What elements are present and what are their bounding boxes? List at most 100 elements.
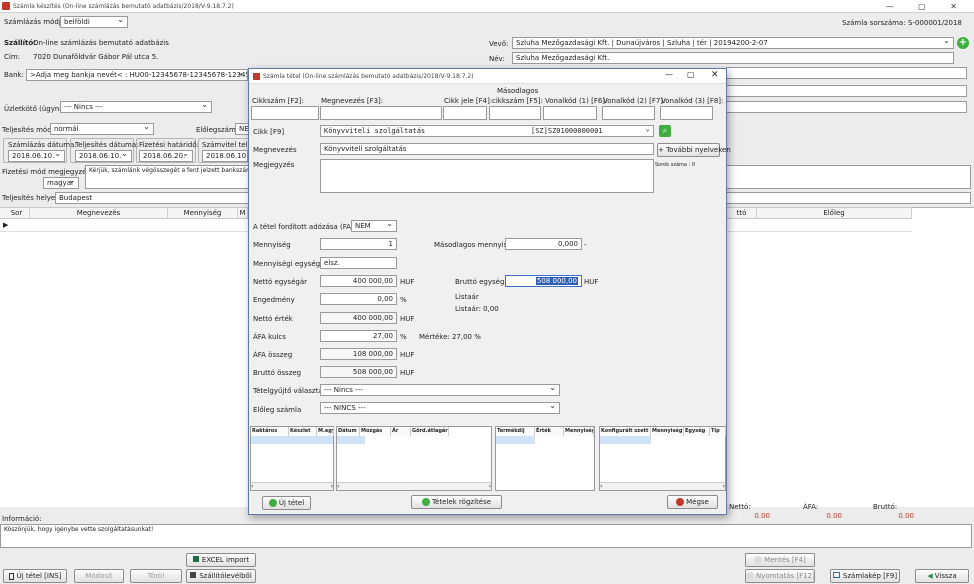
supplier-value: On-line számlázás bemutató adatbázis [33,39,169,47]
fee-row[interactable] [496,436,535,444]
search-name-input[interactable] [320,106,442,120]
mode-select[interactable]: belföldi [60,16,128,28]
fee-col: Termékdíj [496,427,535,436]
payment-note-right[interactable] [726,165,971,189]
bank-select[interactable]: >Adja meg bankja nevét< : HU00-12345678-… [26,69,248,81]
search-bar2-label: Vonalkód (2) [F7]: [603,97,666,105]
dialog-close-icon[interactable]: ✕ [711,70,719,80]
vat-rate-pct: % [400,333,407,341]
unit-field[interactable]: elsz. [320,257,397,269]
config-scrollbar[interactable]: ‹ › [600,482,725,490]
stock-scrollbar[interactable]: ‹ › [251,482,333,490]
sec-qty-field[interactable]: 0,000 [505,238,582,250]
vat-total-value: 0.00 [826,512,842,520]
back-button[interactable]: ◀ Vissza [915,569,969,583]
excel-icon [192,556,199,562]
window-controls[interactable]: — ▢ ✕ [886,0,968,13]
col-advance[interactable]: Előleg [757,208,912,219]
item-select[interactable]: Könyvviteli szolgáltatás [SZ]SZ010000000… [320,125,654,137]
perf-mode-select[interactable]: normál [50,123,154,135]
search-sec-code-input[interactable] [489,106,541,120]
vat-rate-field[interactable]: 27,00 [320,330,397,342]
buyer-select[interactable]: Szluha Mezőgazdasági Kft. | Dunaújváros … [512,37,954,49]
collector-select[interactable]: --- Nincs --- [320,384,560,396]
col-m[interactable]: M [238,208,248,219]
buyer-extra-field-3[interactable] [726,101,967,113]
list-price-value: Listaár: 0,00 [455,305,499,313]
search-bar3-input[interactable] [660,106,713,120]
col-qty[interactable]: Mennyiség [168,208,238,219]
config-table[interactable]: Konfigurált szett Mennyiség Egység Típ ‹… [599,426,726,491]
delivery-note-button[interactable]: Szállítólevélből [186,569,256,583]
mode-label: Számlázás módja: [4,18,68,26]
dialog-new-item-button[interactable]: Új tétel [262,496,311,510]
name-field[interactable]: Könyvviteli szolgáltatás [320,143,654,155]
col-name[interactable]: Megnevezés [30,208,168,219]
buyer-name-field[interactable]: Szluha Mezőgazdasági Kft. [512,52,954,64]
agent-select[interactable]: --- Nincs --- [60,101,212,113]
gross-sum-field: 508 000,00 [320,366,397,378]
stock-table[interactable]: Raktáros Készlet M.egy ‹ › [250,426,334,491]
stock-row[interactable] [251,436,333,444]
movement-scrollbar[interactable]: ‹ › [337,482,491,490]
dialog-title: Számla tétel (On-line számlázás bemutató… [263,73,474,80]
modify-button[interactable]: Módosít [74,569,124,583]
fee-table[interactable]: Termékdíj Érték Mennyiség [495,426,595,491]
discount-field[interactable]: 0,00 [320,293,397,305]
acc-date-field[interactable]: 2018.06.10 [202,150,248,162]
buyer-name-label: Név: [489,55,505,63]
config-row[interactable] [600,436,651,444]
search-bar2-input[interactable] [602,106,655,120]
buyer-extra-field-1[interactable] [726,67,967,79]
fee-col: Mennyiség [564,427,594,436]
payment-lang-select[interactable]: magyar [43,177,79,189]
app-icon [2,2,10,10]
cancel-icon [676,498,685,506]
dialog-save-items-button[interactable]: Tételek rögzítése [411,495,502,509]
dialog-minimize-icon[interactable]: — [665,70,673,79]
search-bar1-input[interactable] [543,106,597,120]
print-button[interactable]: Nyomtatás [F12] [745,569,815,583]
dialog-maximize-icon[interactable]: ▢ [687,70,695,79]
stock-col: Készlet [289,427,317,436]
sec-qty-label: Másodlagos mennyiség [434,241,517,249]
item-search-icon[interactable]: ⌕ [659,125,671,137]
movement-row[interactable] [337,436,365,444]
add-buyer-icon[interactable]: + [957,37,969,49]
search-mark-input[interactable] [443,106,487,120]
col-net[interactable]: ttó [727,208,757,219]
gross-price-field[interactable]: 508 000,00 [505,275,582,287]
dialog-cancel-button[interactable]: Mégse [667,495,718,509]
payment-note-field[interactable]: Kérjük, számlánk végösszegét a fent jelz… [85,165,249,189]
movement-table[interactable]: Dátum Mozgás Ár Görd.átlagár ‹ › [336,426,492,491]
note-field[interactable] [320,159,654,193]
excel-import-button[interactable]: EXCEL import [186,553,256,567]
serial-value: S-000001/2018 [908,19,962,27]
perf-date-field[interactable]: 2018.06.10. [75,150,132,162]
save-button[interactable]: Mentés [F4] [745,553,815,567]
new-item-button[interactable]: Új tétel [INS] [3,569,67,583]
advance-invoice-field[interactable]: NEM [235,123,249,135]
delete-button[interactable]: Töröl [130,569,182,583]
window-title: Számla készítés (On-line számlázás bemut… [13,3,234,10]
search-mark-label: Cikk jele [F4]: [444,97,493,105]
net-price-field[interactable]: 400 000,00 [320,275,397,287]
gross-price-label: Bruttó egységár [455,278,512,286]
gross-sum-currency: HUF [400,369,415,377]
payment-note-label: Fizetési mód megjegyzés: [2,168,93,176]
due-date-field[interactable]: 2018.06.20. [139,150,193,162]
name-label: Megnevezés [253,146,297,154]
preview-button[interactable]: Számlakép [F9] [830,569,900,583]
config-col: Egység [684,427,710,436]
col-sor[interactable]: Sor [4,208,30,219]
advance-select[interactable]: --- NINCS --- [320,402,560,414]
more-languages-button[interactable]: + További nyelveken [657,143,731,157]
qty-label: Mennyiség [253,241,291,249]
invoice-date-field[interactable]: 2018.06.10. [8,150,65,162]
buyer-extra-field-2[interactable] [726,85,967,97]
qty-field[interactable]: 1 [320,238,397,250]
search-code-input[interactable] [251,106,319,120]
print-icon [746,572,754,580]
fa-select[interactable]: NEM [351,220,397,232]
gross-sum-label: Bruttó összeg [253,369,302,377]
